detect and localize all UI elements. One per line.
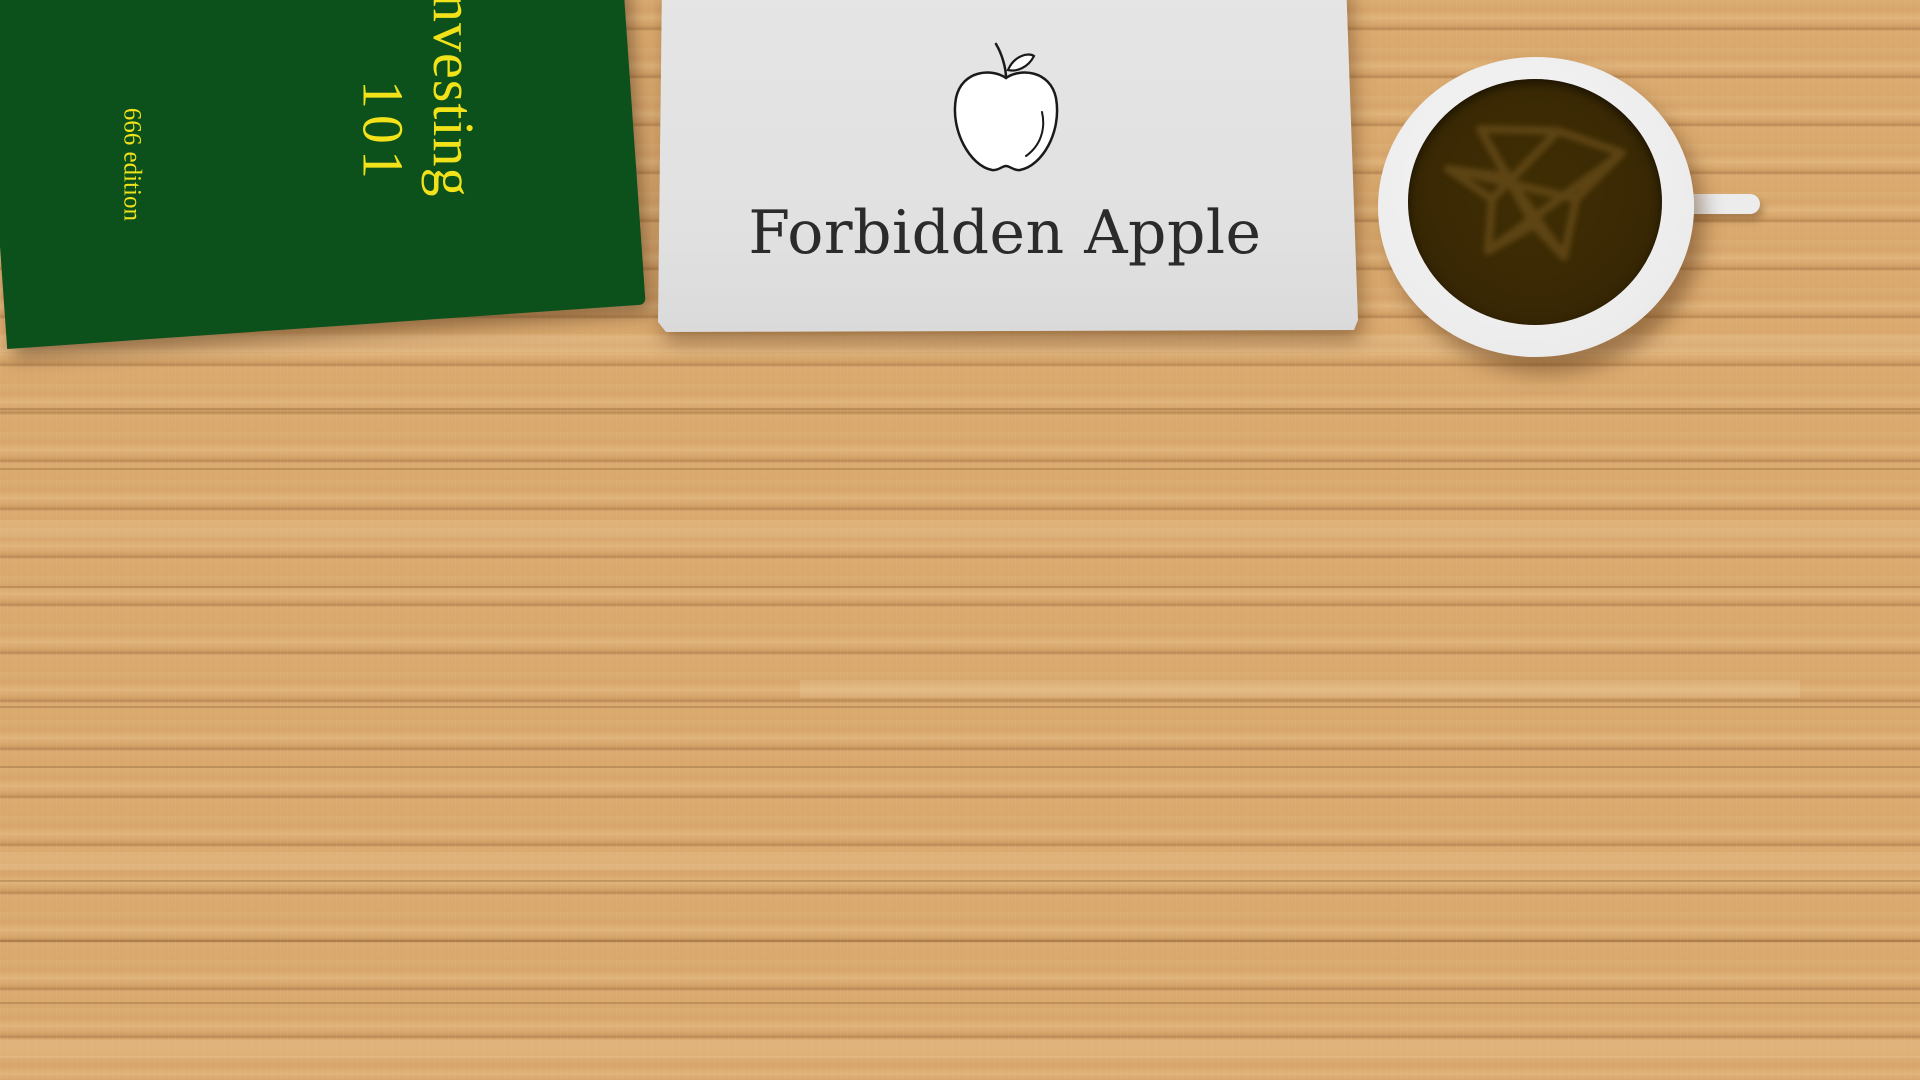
laptop-brand-label: Forbidden Apple — [748, 198, 1262, 268]
apple-outline-icon[interactable] — [948, 40, 1064, 174]
pentagram-icon — [1444, 125, 1626, 261]
coffee — [1408, 79, 1662, 325]
